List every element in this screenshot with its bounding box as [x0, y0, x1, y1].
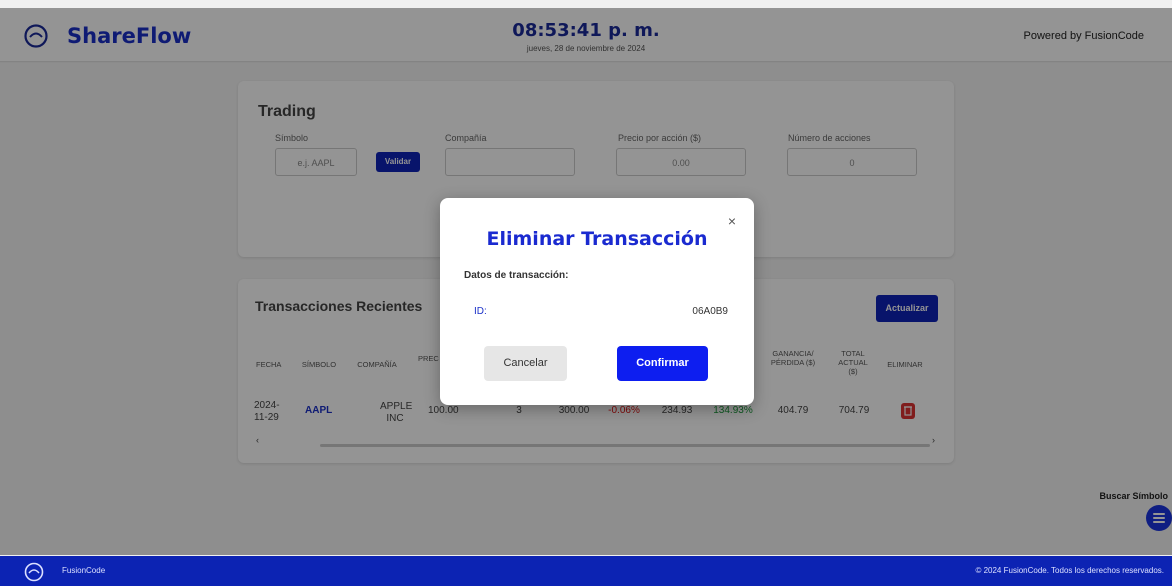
confirm-button[interactable]: Confirmar: [617, 346, 708, 381]
app-footer: FusionCode © 2024 FusionCode. Todos los …: [0, 556, 1172, 586]
footer-copyright: © 2024 FusionCode. Todos los derechos re…: [975, 566, 1164, 575]
close-icon[interactable]: ×: [728, 213, 736, 229]
cancel-button[interactable]: Cancelar: [484, 346, 567, 381]
transaction-id-value: 06A0B9: [692, 306, 728, 317]
transaction-id-label: ID:: [474, 306, 487, 317]
footer-logo-icon: [24, 562, 44, 582]
footer-brand: FusionCode: [62, 566, 106, 575]
modal-title: Eliminar Transacción: [486, 228, 708, 250]
modal-subtitle: Datos de transacción:: [464, 270, 569, 281]
delete-transaction-modal: × Eliminar Transacción Datos de transacc…: [440, 198, 754, 405]
